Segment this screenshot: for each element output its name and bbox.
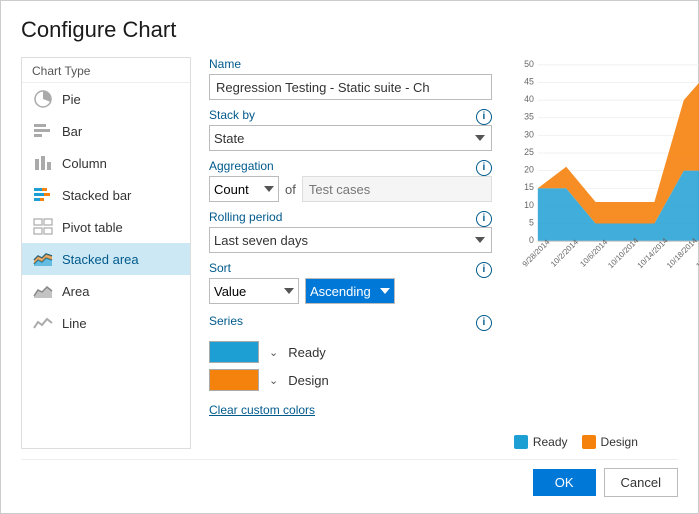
agg-info-icon[interactable]: i	[476, 160, 492, 176]
series-item-ready: ⌄ Ready	[209, 341, 492, 363]
chart-legend: Ready Design	[510, 435, 699, 449]
chart-type-bar[interactable]: Bar	[22, 115, 190, 147]
rolling-period-info-icon[interactable]: i	[476, 211, 492, 227]
dialog-body: Chart Type Pie	[21, 57, 678, 449]
chart-type-column-label: Column	[62, 156, 107, 171]
chart-type-stacked-area-label: Stacked area	[62, 252, 139, 267]
series-ready-color[interactable]	[209, 341, 259, 363]
series-label: Series	[209, 314, 243, 328]
stack-by-label-row: Stack by i	[209, 108, 492, 125]
legend-item-ready: Ready	[514, 435, 568, 449]
chart-type-stacked-bar-label: Stacked bar	[62, 188, 131, 203]
name-label-row: Name	[209, 57, 492, 74]
svg-text:40: 40	[524, 94, 534, 104]
chart-type-pivot-table[interactable]: Pivot table	[22, 211, 190, 243]
svg-text:25: 25	[524, 147, 534, 157]
ok-button[interactable]: OK	[533, 469, 596, 496]
sort-label-row: Sort i	[209, 261, 492, 278]
column-icon	[32, 154, 54, 172]
chart-type-panel: Chart Type Pie	[21, 57, 191, 449]
legend-ready-color	[514, 435, 528, 449]
legend-design-label: Design	[601, 435, 638, 449]
sort-value-select[interactable]: Value	[209, 278, 299, 304]
bar-icon	[32, 122, 54, 140]
rolling-period-select[interactable]: Last seven days	[209, 227, 492, 253]
dialog-title: Configure Chart	[21, 17, 678, 43]
stack-by-label: Stack by	[209, 108, 255, 122]
svg-text:5: 5	[529, 217, 534, 227]
svg-text:10: 10	[524, 200, 534, 210]
series-ready-name: Ready	[288, 345, 326, 360]
stacked-area-icon	[32, 250, 54, 268]
svg-text:15: 15	[524, 182, 534, 192]
chart-type-pie-label: Pie	[62, 92, 81, 107]
series-item-design: ⌄ Design	[209, 369, 492, 391]
chart-type-line[interactable]: Line	[22, 307, 190, 339]
pie-icon	[32, 90, 54, 108]
rolling-period-label-row: Rolling period i	[209, 210, 492, 227]
chart-type-bar-label: Bar	[62, 124, 82, 139]
name-input[interactable]	[209, 74, 492, 100]
agg-of-label: of	[285, 182, 296, 197]
clear-colors-link[interactable]: Clear custom colors	[209, 403, 492, 417]
dialog-footer: OK Cancel	[21, 459, 678, 497]
svg-text:35: 35	[524, 112, 534, 122]
agg-select[interactable]: Count	[209, 176, 279, 202]
series-design-chevron[interactable]: ⌄	[269, 374, 278, 387]
series-design-color[interactable]	[209, 369, 259, 391]
svg-text:20: 20	[524, 165, 534, 175]
sort-info-icon[interactable]: i	[476, 262, 492, 278]
series-design-name: Design	[288, 373, 328, 388]
chart-type-pie[interactable]: Pie	[22, 83, 190, 115]
series-ready-chevron[interactable]: ⌄	[269, 346, 278, 359]
sort-row: Value Ascending	[209, 278, 492, 304]
chart-type-stacked-bar[interactable]: Stacked bar	[22, 179, 190, 211]
svg-text:0: 0	[529, 235, 534, 245]
series-info-icon[interactable]: i	[476, 315, 492, 331]
chart-type-area[interactable]: Area	[22, 275, 190, 307]
agg-label-row: Aggregation i	[209, 159, 492, 176]
chart-type-column[interactable]: Column	[22, 147, 190, 179]
agg-row: Count of	[209, 176, 492, 202]
cancel-button[interactable]: Cancel	[604, 468, 678, 497]
chart-type-stacked-area[interactable]: Stacked area	[22, 243, 190, 275]
series-section: ⌄ Ready ⌄ Design	[209, 341, 492, 397]
area-icon	[32, 282, 54, 300]
chart-type-pivot-label: Pivot table	[62, 220, 123, 235]
sort-label: Sort	[209, 261, 231, 275]
agg-field-input	[302, 176, 492, 202]
rolling-period-label: Rolling period	[209, 210, 282, 224]
agg-label: Aggregation	[209, 159, 274, 173]
svg-text:9/28/2014: 9/28/2014	[520, 237, 551, 268]
chart-svg: 50 45 40 35 30 25 20 15 10 5 0	[510, 57, 699, 297]
chart-type-line-label: Line	[62, 316, 87, 331]
pivot-icon	[32, 218, 54, 236]
svg-text:45: 45	[524, 76, 534, 86]
name-label: Name	[209, 57, 241, 71]
svg-text:10/2/2014: 10/2/2014	[549, 237, 580, 268]
chart-type-header: Chart Type	[22, 58, 190, 83]
svg-text:50: 50	[524, 59, 534, 69]
svg-text:30: 30	[524, 129, 534, 139]
config-panel: Name Stack by i State Aggregation i Coun…	[191, 57, 510, 449]
legend-item-design: Design	[582, 435, 638, 449]
legend-design-color	[582, 435, 596, 449]
line-icon	[32, 314, 54, 332]
stack-by-select[interactable]: State	[209, 125, 492, 151]
stacked-bar-icon	[32, 186, 54, 204]
legend-ready-label: Ready	[533, 435, 568, 449]
chart-area: 50 45 40 35 30 25 20 15 10 5 0	[510, 57, 699, 429]
chart-type-area-label: Area	[62, 284, 89, 299]
stack-by-info-icon[interactable]: i	[476, 109, 492, 125]
series-label-row: Series i	[209, 314, 492, 331]
configure-chart-dialog: Configure Chart Chart Type Pie	[0, 0, 699, 514]
chart-preview-panel: 50 45 40 35 30 25 20 15 10 5 0	[510, 57, 699, 449]
sort-order-select[interactable]: Ascending	[305, 278, 395, 304]
